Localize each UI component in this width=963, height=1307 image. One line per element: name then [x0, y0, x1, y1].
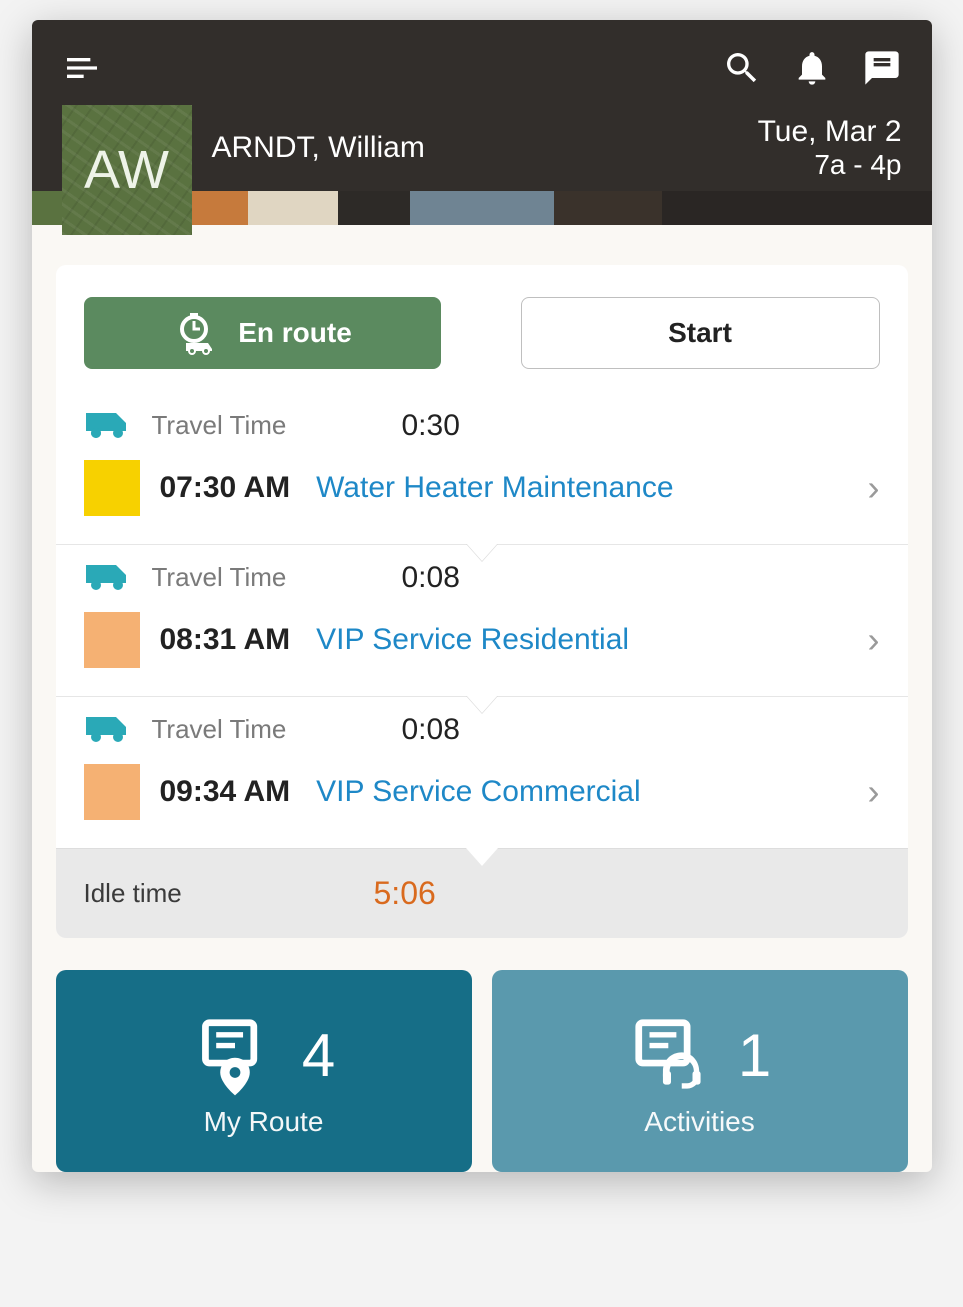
job-time: 09:34 AM [160, 775, 291, 809]
tile-row: 4 My Route 1 Activities [32, 962, 932, 1172]
action-row: En route Start [56, 265, 908, 393]
divider [56, 544, 908, 545]
avatar[interactable]: AW [62, 105, 192, 235]
idle-row: Idle time 5:06 [56, 848, 908, 938]
user-name: ARNDT, William [212, 131, 425, 165]
job-color-block [84, 612, 140, 668]
job-color-block [84, 460, 140, 516]
stopwatch-van-icon [172, 309, 220, 357]
route-card: En route Start Travel Time 0:30 07:30 AM… [56, 265, 908, 938]
menu-icon[interactable] [62, 48, 102, 88]
chat-icon[interactable] [862, 48, 902, 88]
idle-time-value: 5:06 [374, 875, 436, 912]
app-root: AW ARNDT, William Tue, Mar 2 7a - 4p En … [32, 20, 932, 1172]
travel-time-value: 0:08 [402, 561, 460, 595]
travel-time-value: 0:08 [402, 713, 460, 747]
en-route-button[interactable]: En route [84, 297, 441, 369]
van-icon [84, 405, 132, 446]
job-time: 07:30 AM [160, 471, 291, 505]
travel-row: Travel Time 0:30 [56, 393, 908, 454]
job-time: 08:31 AM [160, 623, 291, 657]
job-row[interactable]: 07:30 AM Water Heater Maintenance › [56, 454, 908, 544]
list-headset-icon [628, 1012, 714, 1098]
job-title: Water Heater Maintenance [316, 471, 673, 505]
chevron-right-icon: › [868, 619, 880, 661]
job-title: VIP Service Residential [316, 623, 629, 657]
activities-tile[interactable]: 1 Activities [492, 970, 908, 1172]
user-header: AW ARNDT, William Tue, Mar 2 7a - 4p [32, 115, 932, 191]
travel-time-value: 0:30 [402, 409, 460, 443]
bell-icon[interactable] [792, 48, 832, 88]
my-route-tile[interactable]: 4 My Route [56, 970, 472, 1172]
job-row[interactable]: 09:34 AM VIP Service Commercial › [56, 758, 908, 848]
date-label: Tue, Mar 2 [758, 115, 902, 149]
hours-label: 7a - 4p [758, 149, 902, 181]
job-title: VIP Service Commercial [316, 775, 641, 809]
job-color-block [84, 764, 140, 820]
divider [56, 696, 908, 697]
chevron-right-icon: › [868, 771, 880, 813]
activities-label: Activities [644, 1106, 754, 1138]
date-block: Tue, Mar 2 7a - 4p [758, 115, 902, 181]
travel-time-label: Travel Time [152, 714, 382, 745]
van-icon [84, 709, 132, 750]
search-icon[interactable] [722, 48, 762, 88]
route-list-pin-icon [192, 1012, 278, 1098]
job-row[interactable]: 08:31 AM VIP Service Residential › [56, 606, 908, 696]
my-route-label: My Route [204, 1106, 324, 1138]
van-icon [84, 557, 132, 598]
idle-time-label: Idle time [84, 878, 374, 909]
my-route-count: 4 [302, 1021, 335, 1090]
travel-time-label: Travel Time [152, 562, 382, 593]
en-route-label: En route [238, 317, 352, 349]
start-label: Start [668, 317, 732, 349]
topbar [32, 20, 932, 115]
avatar-initials: AW [84, 139, 169, 201]
activities-count: 1 [738, 1021, 771, 1090]
chevron-right-icon: › [868, 467, 880, 509]
start-button[interactable]: Start [521, 297, 880, 369]
travel-time-label: Travel Time [152, 410, 382, 441]
